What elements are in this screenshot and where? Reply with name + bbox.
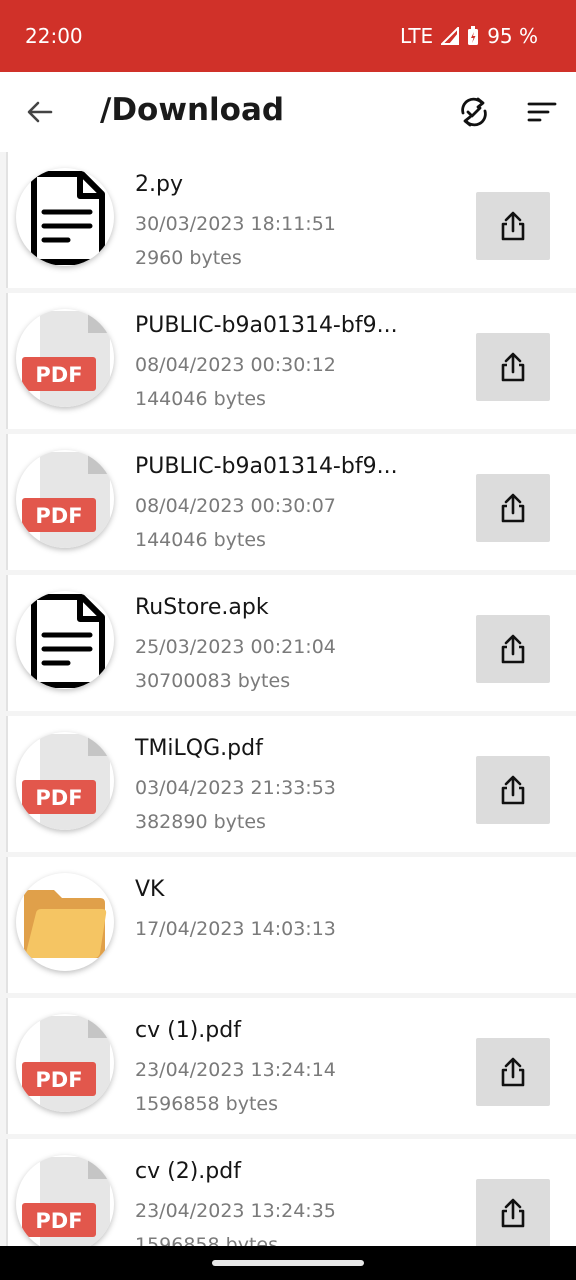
file-list-item[interactable]: PDF PUBLIC-b9a01314-bf9... 08/04/2023 00:3… [6, 293, 576, 429]
share-icon [501, 211, 525, 241]
pdf-icon: PDF [22, 452, 110, 548]
network-label: LTE [399, 24, 434, 48]
sync-button[interactable] [456, 94, 492, 130]
file-list-item[interactable]: VK 17/04/2023 14:03:13 [6, 857, 576, 993]
folder-icon [24, 890, 107, 958]
file-name: TMiLQG.pdf [135, 736, 263, 761]
status-bar: 22:00 LTE 95 % [0, 0, 576, 72]
share-button[interactable] [476, 192, 550, 260]
file-icon-badge [16, 168, 114, 266]
file-date: 30/03/2023 18:11:51 [135, 213, 336, 235]
pdf-icon: PDF [22, 1157, 110, 1246]
share-button[interactable] [476, 333, 550, 401]
status-indicators: LTE 95 % [400, 24, 538, 48]
file-size: 1596858 bytes [135, 1234, 279, 1246]
file-size: 2960 bytes [135, 247, 242, 269]
share-icon [501, 1198, 525, 1228]
share-icon [501, 634, 525, 664]
file-name: PUBLIC-b9a01314-bf9... [135, 454, 398, 479]
pdf-label: PDF [35, 504, 82, 528]
battery-icon [467, 26, 479, 46]
share-icon [501, 775, 525, 805]
file-list-item[interactable]: PDF cv (1).pdf 23/04/2023 13:24:14 1596858 … [6, 998, 576, 1134]
app-bar: /Download [0, 72, 576, 152]
signal-icon [441, 27, 460, 45]
file-date: 23/04/2023 13:24:35 [135, 1200, 336, 1222]
battery-percent: 95 % [487, 24, 538, 48]
navigation-bar [0, 1246, 576, 1280]
file-name: cv (1).pdf [135, 1018, 241, 1043]
file-list: 2.py 30/03/2023 18:11:51 2960 bytes PDF PUBL… [0, 152, 576, 1246]
back-button[interactable] [22, 94, 58, 130]
file-name: 2.py [135, 172, 183, 197]
file-name: cv (2).pdf [135, 1159, 241, 1184]
file-date: 03/04/2023 21:33:53 [135, 777, 336, 799]
pdf-icon: PDF [22, 311, 110, 407]
file-size: 144046 bytes [135, 529, 266, 551]
pdf-icon: PDF [22, 734, 110, 830]
home-gesture-handle[interactable] [212, 1260, 364, 1266]
share-button[interactable] [476, 1179, 550, 1246]
file-list-item[interactable]: PDF TMiLQG.pdf 03/04/2023 21:33:53 382890 b… [6, 716, 576, 852]
sort-icon [527, 102, 557, 122]
document-icon [31, 171, 105, 265]
file-icon-badge [16, 873, 114, 971]
file-icon-badge [16, 591, 114, 689]
file-icon-badge: PDF [16, 732, 114, 830]
file-icon-badge: PDF [16, 1014, 114, 1112]
share-button[interactable] [476, 615, 550, 683]
document-icon [31, 594, 105, 688]
file-date: 17/04/2023 14:03:13 [135, 918, 336, 940]
sort-button[interactable] [524, 94, 560, 130]
file-date: 25/03/2023 00:21:04 [135, 636, 336, 658]
share-icon [501, 493, 525, 523]
file-icon-badge: PDF [16, 1155, 114, 1246]
pdf-icon: PDF [22, 1016, 110, 1112]
file-name: RuStore.apk [135, 595, 269, 620]
file-size: 144046 bytes [135, 388, 266, 410]
share-button[interactable] [476, 1038, 550, 1106]
file-list-item[interactable]: PDF cv (2).pdf 23/04/2023 13:24:35 1596858 … [6, 1139, 576, 1246]
file-size: 382890 bytes [135, 811, 266, 833]
share-icon [501, 352, 525, 382]
pdf-label: PDF [35, 786, 82, 810]
file-list-item[interactable]: RuStore.apk 25/03/2023 00:21:04 30700083 b… [6, 575, 576, 711]
status-time: 22:00 [25, 24, 83, 48]
share-button[interactable] [476, 756, 550, 824]
file-name: PUBLIC-b9a01314-bf9... [135, 313, 398, 338]
share-button[interactable] [476, 474, 550, 542]
file-date: 08/04/2023 00:30:12 [135, 354, 336, 376]
file-name: VK [135, 877, 165, 902]
page-title: /Download [100, 92, 285, 128]
file-icon-badge: PDF [16, 309, 114, 407]
share-icon [501, 1057, 525, 1087]
pdf-label: PDF [35, 1209, 82, 1233]
pdf-label: PDF [35, 1068, 82, 1092]
file-list-item[interactable]: 2.py 30/03/2023 18:11:51 2960 bytes [6, 152, 576, 288]
file-icon-badge: PDF [16, 450, 114, 548]
pdf-label: PDF [35, 363, 82, 387]
file-date: 08/04/2023 00:30:07 [135, 495, 336, 517]
sync-icon [461, 97, 487, 127]
file-size: 30700083 bytes [135, 670, 291, 692]
file-date: 23/04/2023 13:24:14 [135, 1059, 336, 1081]
arrow-left-icon [27, 101, 53, 123]
file-size: 1596858 bytes [135, 1093, 279, 1115]
file-list-item[interactable]: PDF PUBLIC-b9a01314-bf9... 08/04/2023 00:3… [6, 434, 576, 570]
